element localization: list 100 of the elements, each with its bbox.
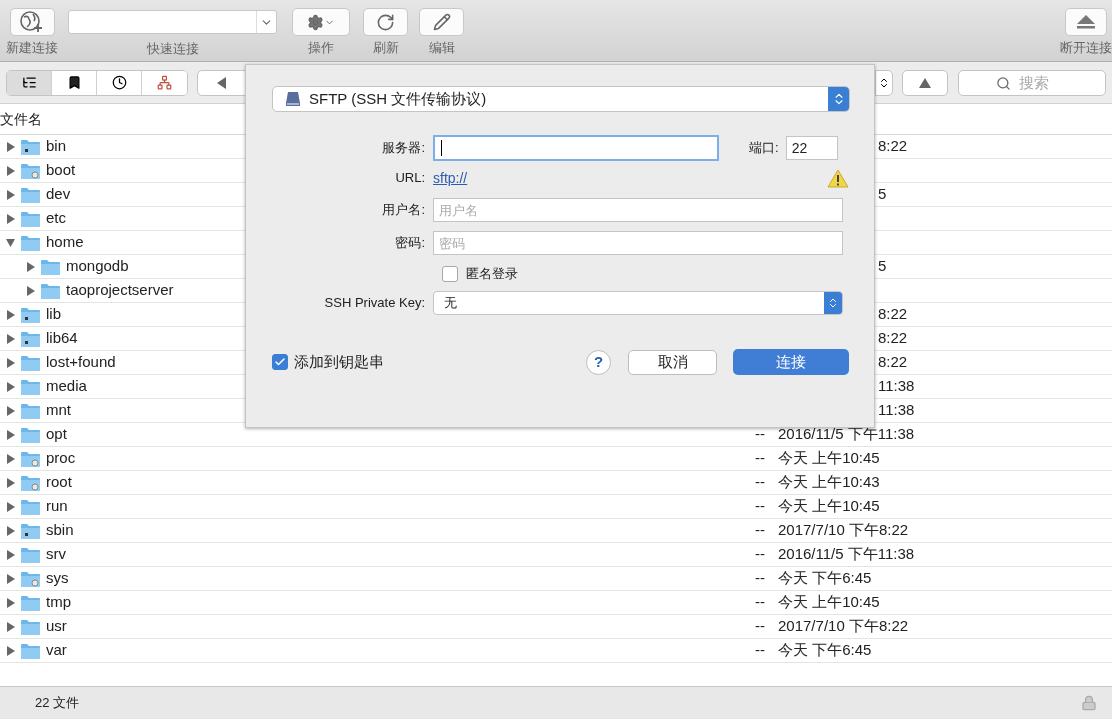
file-name: boot [46, 160, 76, 181]
url-link[interactable]: sftp:// [433, 167, 468, 189]
gear-icon [307, 13, 324, 31]
field-label: URL: [394, 169, 426, 188]
disclosure-triangle-icon[interactable] [5, 477, 15, 488]
edit-button[interactable] [419, 8, 464, 36]
field-label: 用户名: [381, 201, 426, 220]
private-key-select[interactable]: 无 [433, 291, 843, 315]
disclosure-triangle-icon[interactable] [5, 189, 15, 200]
modified-date: 8:22 [878, 304, 908, 325]
outline-icon [21, 75, 37, 90]
field-label: 服务器: [381, 139, 426, 158]
folder-icon [21, 594, 40, 611]
action-button[interactable] [292, 8, 350, 36]
folder-icon [21, 498, 40, 515]
disclosure-triangle-icon[interactable] [5, 573, 15, 584]
file-name: tmp [46, 592, 71, 613]
disclosure-triangle-icon[interactable] [5, 381, 15, 392]
disclosure-triangle-icon[interactable] [5, 309, 15, 320]
file-name: taoprojectserver [66, 280, 174, 301]
disclosure-triangle-icon[interactable] [5, 213, 15, 224]
username-field[interactable]: 用户名 [433, 198, 843, 222]
modified-date: 2016/11/5 下午11:38 [778, 424, 915, 445]
disclosure-triangle-icon[interactable] [25, 261, 35, 272]
modified-date: 2017/7/10 下午8:22 [778, 616, 909, 637]
file-size: -- [755, 496, 766, 517]
toolbar-label: 刷新 [372, 41, 399, 54]
disclosure-triangle-icon[interactable] [5, 405, 15, 416]
folder-icon [21, 402, 40, 419]
file-name: sbin [46, 520, 74, 541]
toolbar-label: 断开连接 [1060, 41, 1112, 54]
file-size: -- [755, 520, 766, 541]
modified-date: 今天 上午10:45 [778, 592, 880, 613]
file-name: bin [46, 136, 67, 157]
port-field[interactable]: 22 [785, 136, 838, 160]
file-name: lost+found [46, 352, 116, 373]
folder-icon [41, 258, 60, 275]
file-size: -- [755, 472, 766, 493]
modified-date: 11:38 [878, 400, 915, 421]
field-label: 密码: [394, 234, 426, 253]
folder-icon [21, 354, 40, 371]
file-name: home [46, 232, 84, 253]
disclosure-triangle-icon[interactable] [5, 357, 15, 368]
back-button[interactable] [197, 69, 247, 96]
toolbar-label: 新建连接 [6, 41, 58, 54]
search-icon [996, 75, 1011, 91]
search-field[interactable]: 搜索 [958, 69, 1106, 96]
clock-icon [111, 75, 127, 90]
toolbar-label: 操作 [308, 41, 334, 54]
folder-icon [21, 618, 40, 635]
checkbox-label: 添加到钥匙串 [294, 351, 384, 372]
pencil-icon [432, 13, 451, 31]
disconnect-button[interactable] [1065, 8, 1107, 36]
disclosure-triangle-icon[interactable] [5, 549, 15, 560]
help-button[interactable]: ? [586, 349, 611, 375]
disclosure-triangle-icon[interactable] [5, 525, 15, 536]
disclosure-triangle-icon[interactable] [5, 453, 15, 464]
disclosure-triangle-icon[interactable] [5, 333, 15, 344]
file-name: sys [46, 568, 69, 589]
protocol-select[interactable]: SFTP (SSH 文件传输协议) [272, 86, 850, 112]
keychain-checkbox[interactable] [272, 354, 288, 370]
connect-button[interactable]: 连接 [733, 349, 849, 375]
disclosure-triangle-icon[interactable] [5, 165, 15, 176]
folder-icon [21, 642, 40, 659]
disclosure-triangle-icon[interactable] [5, 141, 15, 152]
disclosure-triangle-icon[interactable] [5, 429, 15, 440]
refresh-button[interactable] [363, 8, 408, 36]
up-arrow-icon [919, 77, 931, 88]
bookmark-icon [66, 75, 82, 90]
up-button[interactable] [902, 69, 948, 96]
server-field[interactable] [433, 135, 719, 161]
modified-date: 8:22 [878, 328, 908, 349]
back-arrow-icon [217, 76, 227, 89]
modified-date: 今天 上午10:43 [778, 472, 880, 493]
folder-icon [21, 162, 40, 179]
folder-icon [21, 474, 40, 491]
view-tab[interactable] [7, 70, 52, 95]
modified-date: 8:22 [878, 136, 908, 157]
file-name: lib64 [46, 328, 78, 349]
disclosure-triangle-icon[interactable] [5, 597, 15, 608]
disclosure-triangle-icon[interactable] [5, 501, 15, 512]
check-icon [274, 356, 286, 368]
file-size: -- [755, 568, 766, 589]
anonymous-checkbox[interactable] [442, 266, 458, 282]
disclosure-triangle-icon[interactable] [5, 645, 15, 656]
modified-date: 2016/11/5 下午11:38 [778, 544, 915, 565]
file-size: -- [755, 544, 766, 565]
disclosure-triangle-icon[interactable] [5, 621, 15, 632]
file-name: mongodb [66, 256, 129, 277]
disclosure-triangle-icon[interactable] [5, 237, 15, 248]
password-field[interactable]: 密码 [433, 231, 843, 255]
folder-icon [21, 450, 40, 467]
refresh-icon [376, 12, 395, 32]
disclosure-triangle-icon[interactable] [25, 285, 35, 296]
stepper-icon[interactable] [875, 69, 893, 96]
column-header[interactable]: 文件名 [0, 108, 42, 130]
cancel-button[interactable]: 取消 [628, 349, 717, 375]
folder-icon [21, 186, 40, 203]
file-name: proc [46, 448, 76, 469]
new-connection-button[interactable] [9, 8, 55, 36]
